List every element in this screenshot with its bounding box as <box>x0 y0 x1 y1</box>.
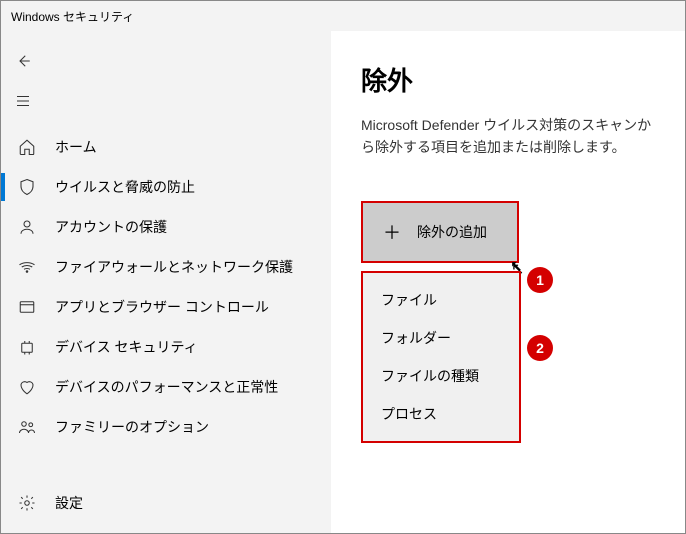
sidebar-item-performance[interactable]: デバイスのパフォーマンスと正常性 <box>1 367 331 407</box>
annotation-badge-2: 2 <box>527 335 553 361</box>
sidebar-item-label: ファイアウォールとネットワーク保護 <box>55 257 293 277</box>
person-icon <box>17 217 37 237</box>
sidebar-item-label: デバイス セキュリティ <box>55 337 198 357</box>
add-exclusion-button[interactable]: ＋ 除外の追加 <box>361 201 519 263</box>
menu-item-filetype[interactable]: ファイルの種類 <box>363 357 519 395</box>
window-root: Windows セキュリティ ホーム ウイルスと脅威の防止 <box>0 0 686 534</box>
exclusion-type-menu: ファイル フォルダー ファイルの種類 プロセス <box>361 271 521 443</box>
add-exclusion-wrapper: ＋ 除外の追加 ⭦︎ ↖ <box>361 201 519 263</box>
menu-item-file[interactable]: ファイル <box>363 281 519 319</box>
sidebar-item-firewall[interactable]: ファイアウォールとネットワーク保護 <box>1 247 331 287</box>
page-description: Microsoft Defender ウイルス対策のスキャンから除外する項目を追… <box>361 114 655 159</box>
sidebar: ホーム ウイルスと脅威の防止 アカウントの保護 ファイアウォールとネットワーク保… <box>1 31 331 533</box>
family-icon <box>17 417 37 437</box>
window-body: ホーム ウイルスと脅威の防止 アカウントの保護 ファイアウォールとネットワーク保… <box>1 31 685 533</box>
sidebar-item-settings[interactable]: 設定 <box>1 483 331 523</box>
sidebar-item-label: ファミリーのオプション <box>55 417 209 437</box>
shield-icon <box>17 177 37 197</box>
sidebar-item-account[interactable]: アカウントの保護 <box>1 207 331 247</box>
sidebar-item-family[interactable]: ファミリーのオプション <box>1 407 331 447</box>
hamburger-icon <box>14 92 32 110</box>
heart-icon <box>17 377 37 397</box>
chip-icon <box>17 337 37 357</box>
sidebar-top <box>1 31 331 121</box>
titlebar: Windows セキュリティ <box>1 1 685 31</box>
sidebar-item-label: デバイスのパフォーマンスと正常性 <box>55 377 278 397</box>
arrow-left-icon <box>14 52 32 70</box>
sidebar-item-virus[interactable]: ウイルスと脅威の防止 <box>1 167 331 207</box>
gear-icon <box>17 493 37 513</box>
sidebar-item-label: ウイルスと脅威の防止 <box>55 177 195 197</box>
sidebar-item-home[interactable]: ホーム <box>1 127 331 167</box>
page-title: 除外 <box>361 61 655 98</box>
sidebar-item-appbrowser[interactable]: アプリとブラウザー コントロール <box>1 287 331 327</box>
home-icon <box>17 137 37 157</box>
add-exclusion-label: 除外の追加 <box>417 222 487 242</box>
menu-item-process[interactable]: プロセス <box>363 395 519 433</box>
menu-item-folder[interactable]: フォルダー <box>363 319 519 357</box>
sidebar-item-device-security[interactable]: デバイス セキュリティ <box>1 327 331 367</box>
hamburger-button[interactable] <box>1 81 45 121</box>
content-area: 除外 Microsoft Defender ウイルス対策のスキャンから除外する項… <box>331 31 685 533</box>
window-title: Windows セキュリティ <box>11 8 134 25</box>
sidebar-item-label: アカウントの保護 <box>55 217 167 237</box>
annotation-badge-1: 1 <box>527 267 553 293</box>
app-icon <box>17 297 37 317</box>
network-icon <box>17 257 37 277</box>
sidebar-item-label: 設定 <box>55 493 83 513</box>
sidebar-item-label: アプリとブラウザー コントロール <box>55 297 269 317</box>
back-button[interactable] <box>1 41 45 81</box>
sidebar-nav: ホーム ウイルスと脅威の防止 アカウントの保護 ファイアウォールとネットワーク保… <box>1 127 331 447</box>
sidebar-bottom: 設定 <box>1 483 331 533</box>
sidebar-item-label: ホーム <box>55 137 97 157</box>
plus-icon: ＋ <box>383 219 401 245</box>
